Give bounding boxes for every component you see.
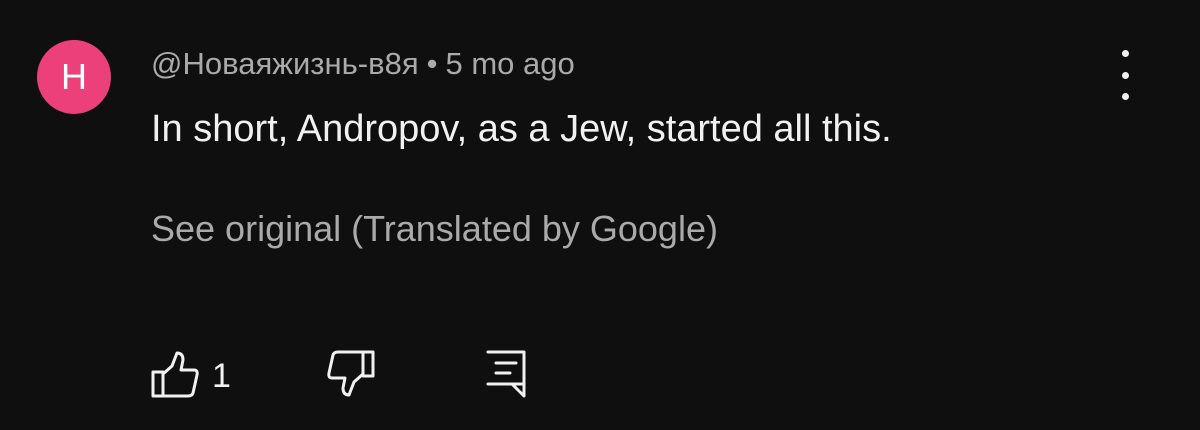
reply-button[interactable]: [484, 348, 528, 400]
more-vert-icon[interactable]: [1104, 50, 1146, 100]
comment-reply-icon: [486, 350, 526, 398]
header-separator: •: [426, 46, 438, 81]
thumb-up-icon: [151, 351, 199, 398]
avatar-letter: H: [61, 56, 87, 97]
comment-header: @Новаяжизнь-в8я • 5 mo ago: [151, 44, 575, 84]
see-original-link[interactable]: See original (Translated by Google): [151, 204, 718, 254]
like-button[interactable]: [150, 348, 200, 400]
dislike-button[interactable]: [326, 348, 376, 400]
menu-dot: [1121, 71, 1129, 79]
comment-timestamp[interactable]: 5 mo ago: [445, 46, 574, 81]
menu-dot: [1121, 50, 1129, 57]
author-name[interactable]: @Новаяжизнь-в8я: [151, 46, 419, 81]
like-count: 1: [212, 357, 231, 395]
thumb-down-icon: [327, 350, 375, 397]
comment-thread: H @Новаяжизнь-в8я • 5 mo ago In short, And…: [0, 0, 1200, 430]
avatar[interactable]: H: [37, 40, 111, 114]
menu-dot: [1121, 93, 1129, 100]
comment-text: In short, Andropov, as a Jew, started al…: [151, 108, 892, 150]
